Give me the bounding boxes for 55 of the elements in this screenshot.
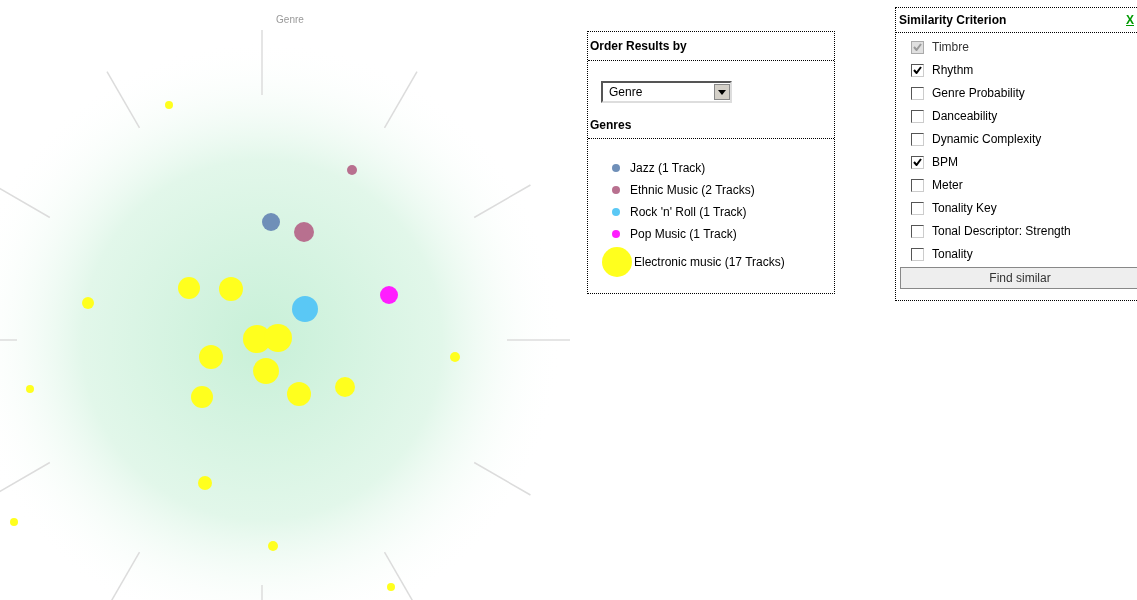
criterion-label: Timbre <box>932 39 969 56</box>
criterion-label: Rhythm <box>932 62 974 79</box>
checkbox[interactable] <box>911 109 924 123</box>
axis-tick <box>473 461 532 496</box>
axis-tick <box>473 184 532 219</box>
track-dot[interactable] <box>82 297 94 309</box>
criterion-label: Dynamic Complexity <box>932 131 1042 148</box>
criterion-label: Tonal Descriptor: Strength <box>932 223 1071 240</box>
track-dot[interactable] <box>380 286 398 304</box>
checkbox[interactable] <box>911 155 924 169</box>
genre-label: Jazz (1 Track) <box>630 160 706 177</box>
track-dot[interactable] <box>219 277 243 301</box>
axis-label: Genre <box>276 13 304 27</box>
track-dot[interactable] <box>262 213 280 231</box>
track-dot[interactable] <box>198 476 212 490</box>
track-dot[interactable] <box>10 518 18 526</box>
genre-label: Ethnic Music (2 Tracks) <box>630 182 755 199</box>
checkbox[interactable] <box>911 201 924 215</box>
track-dot[interactable] <box>387 583 395 591</box>
axis-tick <box>383 70 418 129</box>
panel-title: Order Results by <box>588 32 834 61</box>
criterion-label: BPM <box>932 154 958 171</box>
checkbox[interactable] <box>911 132 924 146</box>
track-dot[interactable] <box>199 345 223 369</box>
genre-label: Rock 'n' Roll (1 Track) <box>630 204 747 221</box>
track-dot[interactable] <box>292 296 318 322</box>
track-dot[interactable] <box>253 358 279 384</box>
track-dot[interactable] <box>178 277 200 299</box>
genre-label: Electronic music (17 Tracks) <box>634 254 785 271</box>
track-dot[interactable] <box>191 386 213 408</box>
criterion-label: Tonality <box>932 246 973 263</box>
close-link[interactable]: X <box>1126 11 1134 29</box>
criterion-label: Tonality Key <box>932 200 997 217</box>
track-dot[interactable] <box>294 222 314 242</box>
checkbox[interactable] <box>911 178 924 192</box>
track-dot[interactable] <box>287 382 311 406</box>
axis-tick <box>106 70 141 129</box>
track-dot[interactable] <box>268 541 278 551</box>
track-dot[interactable] <box>26 385 34 393</box>
panel-title: Similarity Criterion <box>899 12 1007 29</box>
order-dropdown[interactable]: Genre <box>601 81 732 103</box>
track-dot[interactable] <box>335 377 355 397</box>
checkbox[interactable] <box>911 224 924 238</box>
find-similar-button[interactable]: Find similar <box>900 267 1137 289</box>
track-dot[interactable] <box>450 352 460 362</box>
checkbox[interactable] <box>911 247 924 261</box>
track-dot[interactable] <box>347 165 357 175</box>
section-title: Genres <box>588 103 834 139</box>
criterion-label: Genre Probability <box>932 85 1025 102</box>
criterion-label: Meter <box>932 177 963 194</box>
checkbox[interactable] <box>911 86 924 100</box>
track-dot[interactable] <box>165 101 173 109</box>
criterion-label: Danceability <box>932 108 998 125</box>
genre-label: Pop Music (1 Track) <box>630 226 737 243</box>
checkbox[interactable] <box>911 63 924 77</box>
